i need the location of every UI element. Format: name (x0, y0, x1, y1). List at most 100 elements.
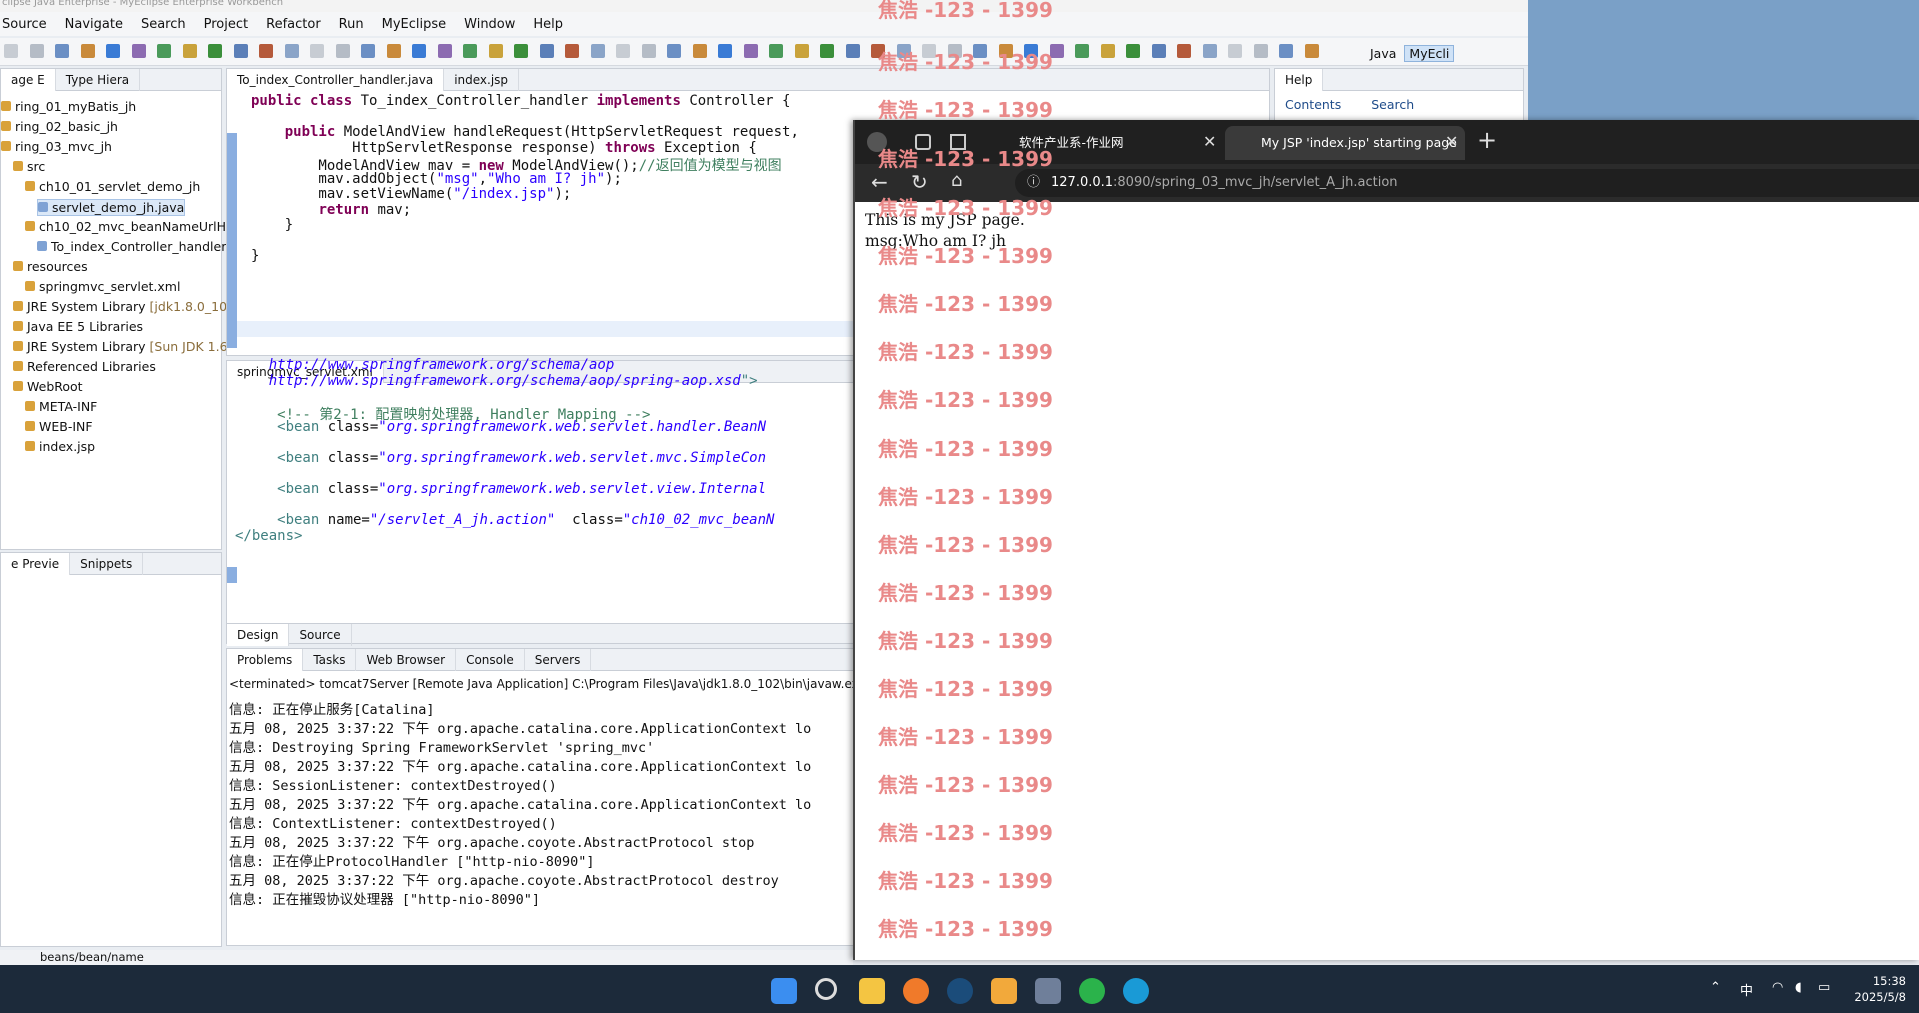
back-icon[interactable]: ← (871, 170, 888, 194)
ime-indicator[interactable]: 中 (1740, 980, 1753, 999)
tree-item[interactable]: src (13, 159, 45, 174)
code-line[interactable]: public class To_index_Controller_handler… (251, 93, 790, 109)
clock[interactable]: 15:38 2025/5/8 (1848, 973, 1906, 1005)
url-field[interactable]: ⓘ 127.0.0.1:8090/spring_03_mvc_jh/servle… (1015, 169, 1919, 197)
code-line[interactable]: } (251, 248, 259, 264)
toolbar-button[interactable] (361, 44, 375, 58)
code-line[interactable]: mav.addObject("msg","Who am I? jh"); (251, 171, 621, 187)
file-explorer-icon[interactable] (859, 978, 885, 1004)
toolbar-button[interactable] (667, 44, 681, 58)
code-line[interactable]: <bean class="org.springframework.web.ser… (235, 450, 766, 466)
tree-item[interactable]: index.jsp (25, 439, 95, 454)
toolbar-button[interactable] (641, 44, 656, 58)
tree-item[interactable]: JRE System Library [jdk1.8.0_102] (13, 299, 240, 314)
perspective-java[interactable]: Java (1370, 46, 1396, 61)
editor-tab[interactable]: Problems (227, 648, 304, 671)
toolbar-button[interactable] (845, 44, 860, 58)
toolbar-button[interactable] (463, 44, 477, 58)
editor-tab[interactable]: Web Browser (356, 648, 457, 671)
steam-icon[interactable] (947, 978, 973, 1004)
toolbar-button[interactable] (692, 44, 707, 58)
toolbar-button[interactable] (514, 44, 528, 58)
editor-tab[interactable]: Servers (525, 648, 592, 671)
toolbar-button[interactable] (1253, 44, 1268, 58)
tree-item[interactable]: Java EE 5 Libraries (13, 319, 143, 334)
tab-help[interactable]: Help (1275, 68, 1324, 91)
code-line[interactable]: <bean name="/servlet_A_jh.action" class=… (235, 512, 774, 528)
toolbar-button[interactable] (310, 44, 324, 58)
tree-item[interactable]: springmvc_servlet.xml (25, 279, 180, 294)
menu-item[interactable]: Run (339, 17, 364, 32)
toolbar-button[interactable] (412, 44, 426, 58)
wechat-icon[interactable] (1079, 978, 1105, 1004)
menu-item[interactable]: Help (533, 17, 563, 32)
code-line[interactable]: http://www.springframework.org/schema/ao… (235, 357, 615, 373)
tree-item[interactable]: servlet_demo_jh.java (37, 199, 186, 216)
toolbar-button[interactable] (1151, 44, 1166, 58)
edge-icon[interactable] (1123, 978, 1149, 1004)
tree-item[interactable]: WebRoot (13, 379, 83, 394)
menu-item[interactable]: Refactor (266, 17, 321, 32)
code-line[interactable]: } (251, 217, 293, 233)
toolbar-button[interactable] (743, 44, 758, 58)
toolbar-button[interactable] (386, 44, 401, 58)
tree-item[interactable]: ring_01_myBatis_jh (1, 99, 136, 114)
menu-item[interactable]: Navigate (65, 17, 123, 32)
toolbar-button[interactable] (769, 44, 783, 58)
toolbar-button[interactable] (106, 44, 120, 58)
toolbar-button[interactable] (794, 44, 809, 58)
tree-item[interactable]: META-INF (25, 399, 97, 414)
toolbar-button[interactable] (80, 44, 95, 58)
menu-item[interactable]: Window (464, 17, 515, 32)
toolbar-button[interactable] (437, 44, 452, 58)
toolbar-button[interactable] (1304, 44, 1319, 58)
editor-tab[interactable]: Tasks (303, 648, 357, 671)
code-line[interactable]: HttpServletResponse response) throws Exc… (251, 140, 757, 156)
toolbar-button[interactable] (616, 44, 630, 58)
tree-item[interactable]: resources (13, 259, 88, 274)
toolbar-button[interactable] (4, 44, 18, 58)
menu-item[interactable]: MyEclipse (382, 17, 447, 32)
code-line[interactable]: <bean class="org.springframework.web.ser… (235, 481, 766, 497)
chevron-up-icon[interactable]: ⌃ (1710, 980, 1721, 995)
editor-tab[interactable]: Console (456, 648, 525, 671)
toolbar-button[interactable] (718, 44, 732, 58)
app-g-icon[interactable] (991, 978, 1017, 1004)
start-icon[interactable] (771, 978, 797, 1004)
toolbar-button[interactable] (1177, 44, 1191, 58)
tree-item[interactable]: ring_02_basic_jh (1, 119, 118, 134)
toolbar-button[interactable] (284, 44, 299, 58)
toolbar-button[interactable] (1100, 44, 1115, 58)
tree-item[interactable]: To_index_Controller_handler.j (37, 239, 233, 254)
toolbar-button[interactable] (1228, 44, 1242, 58)
code-line[interactable]: mav.setViewName("/index.jsp"); (251, 186, 571, 202)
toolbar-button[interactable] (208, 44, 222, 58)
battery-icon[interactable]: ▭ (1818, 980, 1830, 995)
code-line[interactable]: </beans> (235, 528, 302, 544)
toolbar-button[interactable] (1202, 44, 1217, 58)
editor-tab[interactable]: To_index_Controller_handler.java (227, 68, 445, 91)
editor-tab[interactable]: index.jsp (444, 68, 520, 91)
toolbar-button[interactable] (335, 44, 350, 58)
toolbar-button[interactable] (1075, 44, 1089, 58)
toolbar-button[interactable] (182, 44, 197, 58)
tree-item[interactable]: JRE System Library [Sun JDK 1.6.0_1 (13, 339, 254, 354)
editor-tab[interactable]: Source (289, 624, 352, 646)
tree-item[interactable]: ch10_01_servlet_demo_jh (25, 179, 200, 194)
reload-icon[interactable]: ↻ (911, 170, 928, 194)
menu-item[interactable]: Project (204, 17, 248, 32)
help-search-link[interactable]: Search (1371, 97, 1414, 112)
close-tab-icon[interactable]: ✕ (1203, 132, 1216, 151)
code-line[interactable]: http://www.springframework.org/schema/ao… (235, 373, 758, 389)
code-line[interactable]: <bean class="org.springframework.web.ser… (235, 419, 766, 435)
toolbar-button[interactable] (1126, 44, 1140, 58)
toolbar-button[interactable] (131, 44, 146, 58)
home-icon[interactable]: ⌂ (951, 170, 962, 191)
toolbar-button[interactable] (565, 44, 579, 58)
toolbar-button[interactable] (29, 44, 44, 58)
toolbar-button[interactable] (539, 44, 554, 58)
search-icon[interactable] (815, 978, 837, 1000)
menu-item[interactable]: Search (141, 17, 186, 32)
tree-item[interactable]: ring_03_mvc_jh (1, 139, 112, 154)
menu-item[interactable]: Source (2, 17, 47, 32)
